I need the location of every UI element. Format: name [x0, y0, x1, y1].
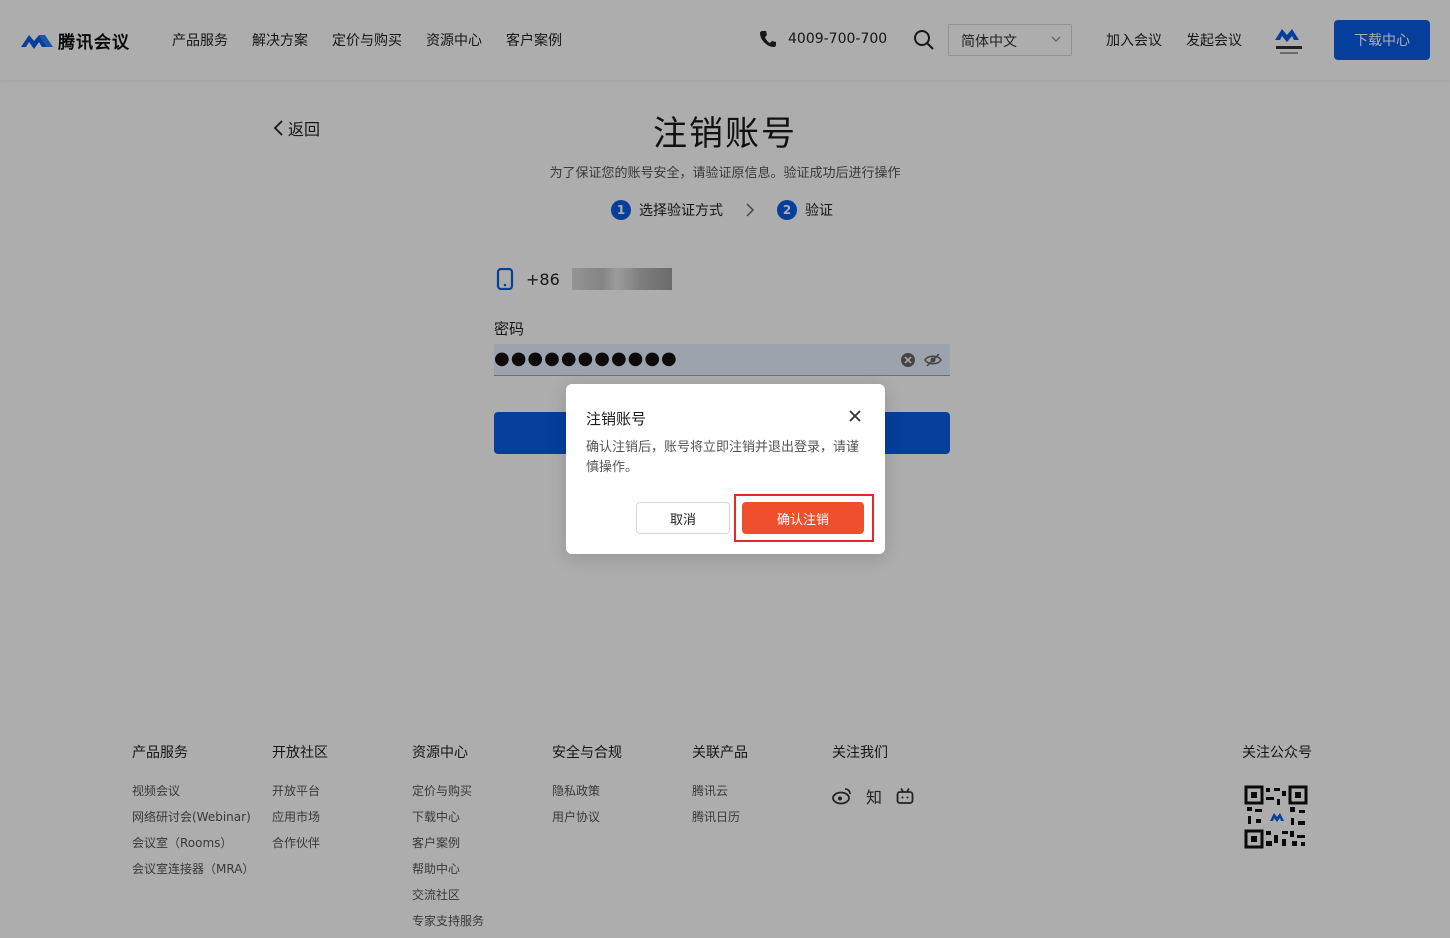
- close-icon[interactable]: [848, 409, 862, 423]
- cancel-button[interactable]: 取消: [636, 502, 730, 534]
- confirm-deregister-dialog: 注销账号 确认注销后，账号将立即注销并退出登录，请谨慎操作。 取消 确认注销: [566, 384, 885, 554]
- dialog-message: 确认注销后，账号将立即注销并退出登录，请谨慎操作。: [586, 440, 860, 475]
- dialog-title: 注销账号: [586, 410, 647, 428]
- confirm-deregister-button[interactable]: 确认注销: [742, 502, 864, 534]
